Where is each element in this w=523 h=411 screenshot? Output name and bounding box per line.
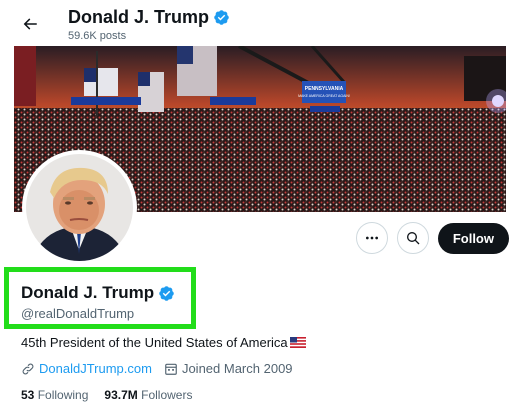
verified-badge-icon[interactable] <box>158 285 175 302</box>
website-link[interactable]: DonaldJTrump.com <box>21 361 152 376</box>
website-text[interactable]: DonaldJTrump.com <box>39 361 152 376</box>
profile-avatar[interactable] <box>22 150 137 265</box>
more-icon <box>365 236 378 240</box>
profile-name-row: Donald J. Trump <box>21 283 175 303</box>
banner-sign-slogan: MAKE AMERICA GREAT AGAIN! <box>298 94 350 98</box>
back-button[interactable] <box>16 10 44 38</box>
avatar-image <box>26 154 133 261</box>
profile-meta: DonaldJTrump.com Joined March 2009 <box>21 361 293 376</box>
us-flag-icon <box>289 337 306 348</box>
joined-date: Joined March 2009 <box>164 361 293 376</box>
profile-actions: Follow <box>355 222 509 254</box>
following-stat[interactable]: 53 Following <box>21 388 88 402</box>
banner-sign-state: PENNSYLVANIA <box>305 86 344 92</box>
bio-text: 45th President of the United States of A… <box>21 335 288 350</box>
profile-bio: 45th President of the United States of A… <box>21 335 306 350</box>
calendar-icon <box>165 363 177 375</box>
top-bar: Donald J. Trump 59.6K posts <box>0 0 523 46</box>
followers-count: 93.7M <box>104 388 138 402</box>
follow-button[interactable]: Follow <box>437 222 509 254</box>
verified-badge-icon <box>214 10 229 25</box>
link-icon <box>22 363 34 374</box>
header-title-row: Donald J. Trump <box>68 7 230 28</box>
search-icon <box>406 232 420 245</box>
post-count: 59.6K posts <box>68 30 127 42</box>
search-profile-button[interactable] <box>396 222 429 254</box>
profile-name: Donald J. Trump <box>21 283 155 302</box>
back-arrow-icon <box>23 18 37 30</box>
more-button[interactable] <box>355 222 388 254</box>
profile-stats: 53 Following 93.7M Followers <box>21 388 192 402</box>
joined-text: Joined March 2009 <box>181 361 293 376</box>
following-label: Following <box>37 388 89 402</box>
profile-handle: @realDonaldTrump <box>21 306 135 321</box>
followers-stat[interactable]: 93.7M Followers <box>104 388 192 402</box>
followers-label: Followers <box>141 388 193 402</box>
following-count: 53 <box>21 388 35 402</box>
header-name: Donald J. Trump <box>68 7 210 27</box>
